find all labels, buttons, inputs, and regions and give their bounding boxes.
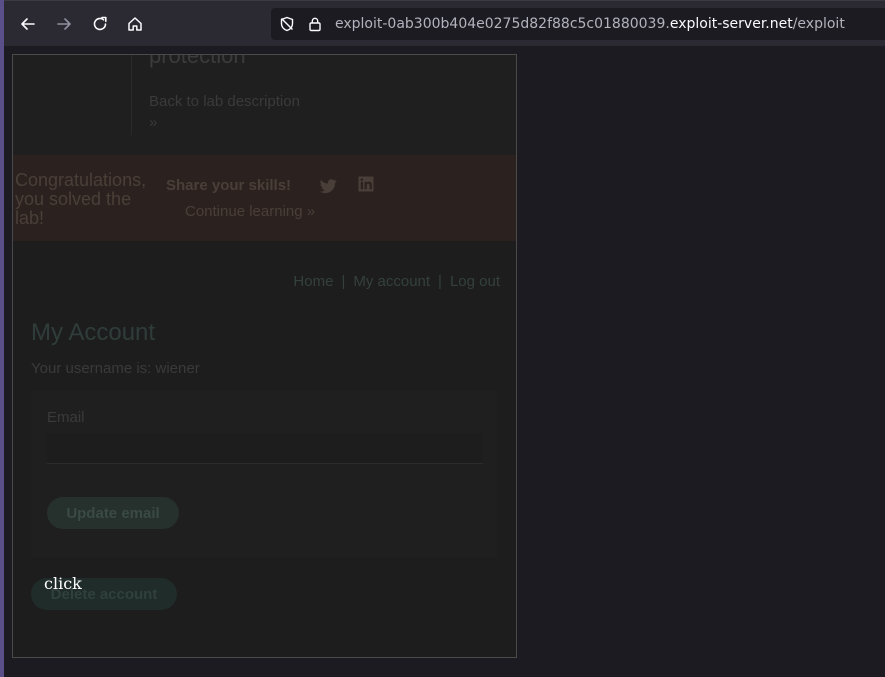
decoy-click-label[interactable]: click [44,574,82,593]
back-button[interactable] [13,9,43,39]
lab-solved-banner: Congratulations, you solved the lab! Sha… [13,155,516,241]
email-input[interactable] [47,433,483,464]
browser-toolbar: exploit-0ab300b404e0275d82f88c5c01880039… [4,0,885,46]
nav-log-out-link[interactable]: Log out [450,273,500,290]
back-to-lab-label: Back to lab description [149,93,300,110]
url-text[interactable]: exploit-0ab300b404e0275d82f88c5c01880039… [335,16,845,32]
linkedin-icon[interactable] [357,175,375,193]
target-iframe: protection Back to lab description » Con… [12,54,517,658]
home-icon [128,17,142,31]
nav-home-link[interactable]: Home [293,273,333,290]
url-prefix: exploit-0ab300b404e0275d82f88c5c01880039… [335,16,670,32]
page-content: protection Back to lab description » Con… [4,46,885,677]
reload-button[interactable] [85,9,115,39]
twitter-icon[interactable] [318,176,338,196]
arrow-right-icon [57,18,71,30]
chevron-right-icon: » [306,203,316,220]
continue-learning-link[interactable]: Continue learning » [185,203,315,220]
back-to-lab-link[interactable]: Back to lab description » [149,91,300,133]
home-button[interactable] [120,9,150,39]
congratulations-text: Congratulations, you solved the lab! [15,170,147,228]
lab-header: protection Back to lab description » [13,55,516,155]
continue-learning-label: Continue learning [185,203,303,220]
share-skills-label: Share your skills! [166,177,292,194]
address-bar[interactable]: exploit-0ab300b404e0275d82f88c5c01880039… [271,8,885,40]
lab-header-divider [131,55,132,135]
change-email-form: Email Update email [31,391,497,557]
nav-my-account-link[interactable]: My account [353,273,430,290]
top-navigation: Home | My account | Log out [293,273,500,290]
url-host: exploit-server.net [669,16,793,32]
arrow-left-icon [21,18,35,30]
url-path: /exploit [792,16,845,32]
lock-icon[interactable] [307,16,323,32]
lab-title: protection [149,54,246,68]
username-text: Your username is: wiener [31,360,200,377]
tracking-protection-icon[interactable] [279,16,295,32]
chevron-right-icon: » [149,114,158,131]
page-title: My Account [31,319,156,346]
forward-button[interactable] [49,9,79,39]
email-label: Email [47,409,85,426]
nav-separator: | [438,273,442,290]
reload-icon [93,16,107,31]
nav-separator: | [341,273,346,290]
update-email-button[interactable]: Update email [47,497,179,529]
